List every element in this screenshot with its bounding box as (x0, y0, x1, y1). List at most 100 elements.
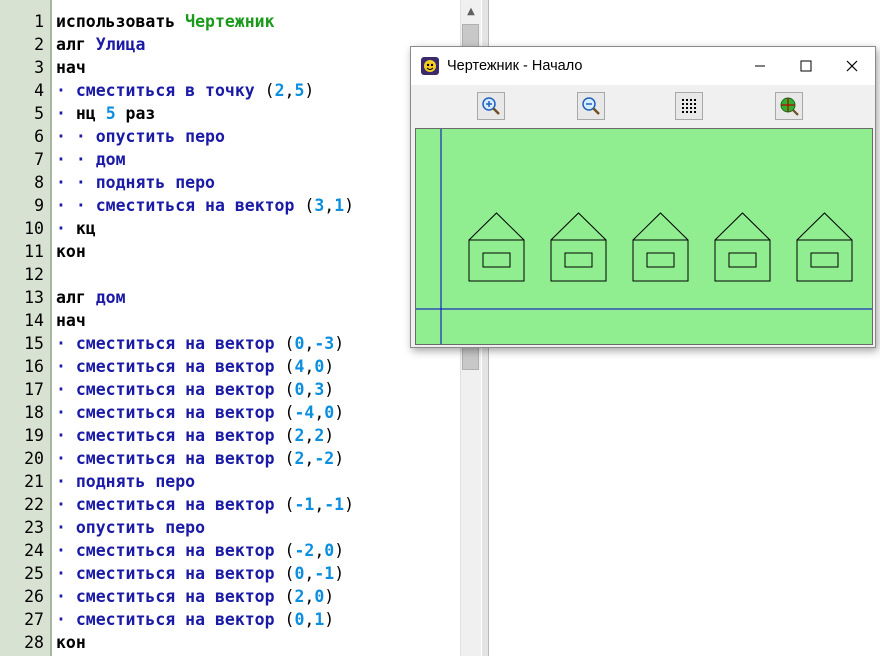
line-number: 5 (34, 104, 44, 123)
window-title: Чертежник - Начало (447, 58, 583, 74)
code-line[interactable]: 18 · сместиться на вектор (-4,0) (0, 401, 460, 424)
code-line[interactable]: 22 · сместиться на вектор (-1,-1) (0, 493, 460, 516)
code-token: ) (344, 196, 355, 215)
fit-view-icon[interactable] (775, 92, 803, 120)
code-token: -1 (324, 495, 345, 514)
line-number: 18 (24, 403, 44, 422)
scroll-up-arrow-icon[interactable]: ▲ (461, 4, 481, 20)
code-token: 2 (314, 426, 325, 445)
code-token: опустить перо (95, 127, 225, 146)
code-line[interactable]: 4 · сместиться в точку (2,5) (0, 79, 460, 102)
line-text: · сместиться на вектор (0,-3) (56, 332, 344, 355)
code-token: · · (56, 127, 96, 146)
code-line[interactable]: 6 · · опустить перо (0, 125, 460, 148)
code-token: ) (334, 334, 345, 353)
zoom-out-icon[interactable] (577, 92, 605, 120)
code-line[interactable]: 20 · сместиться на вектор (2,-2) (0, 447, 460, 470)
code-token: 1 (314, 610, 325, 629)
line-text: · кц (56, 217, 96, 240)
code-token: · (56, 541, 76, 560)
code-token: ( (284, 426, 295, 445)
code-line[interactable]: 7 · · дом (0, 148, 460, 171)
line-text: · поднять перо (56, 470, 195, 493)
code-token: · · (56, 173, 96, 192)
code-line[interactable]: 21 · поднять перо (0, 470, 460, 493)
code-token: 3 (314, 380, 325, 399)
code-token: · (56, 380, 76, 399)
code-line[interactable]: 26 · сместиться на вектор (2,0) (0, 585, 460, 608)
minimize-icon[interactable] (737, 47, 783, 85)
code-line[interactable]: 16 · сместиться на вектор (4,0) (0, 355, 460, 378)
code-line[interactable]: 1 использовать Чертежник (0, 10, 460, 33)
code-token: -1 (314, 564, 335, 583)
code-token: опустить перо (75, 518, 206, 537)
code-token: ( (284, 495, 295, 514)
code-line[interactable]: 9 · · сместиться на вектор (3,1) (0, 194, 460, 217)
code-token: 5 (105, 104, 116, 123)
code-token: , (304, 426, 315, 445)
drawer-window[interactable]: Чертежник - Начало (410, 46, 876, 348)
code-line[interactable]: 28 кон (0, 631, 460, 654)
drawing-canvas[interactable] (415, 128, 873, 345)
code-line[interactable]: 2 алг Улица (0, 33, 460, 56)
code-token: 3 (314, 196, 325, 215)
code-token: · · (56, 150, 96, 169)
line-number: 7 (34, 150, 44, 169)
code-token: ) (324, 610, 335, 629)
code-line[interactable]: 27 · сместиться на вектор (0,1) (0, 608, 460, 631)
house-drawing (550, 212, 607, 282)
code-token: ) (304, 81, 315, 100)
code-line[interactable]: 17 · сместиться на вектор (0,3) (0, 378, 460, 401)
code-line[interactable]: 15 · сместиться на вектор (0,-3) (0, 332, 460, 355)
code-token: · (56, 610, 76, 629)
house-drawing (632, 212, 689, 282)
code-line[interactable]: 10 · кц (0, 217, 460, 240)
code-line[interactable]: 24 · сместиться на вектор (-2,0) (0, 539, 460, 562)
line-text: · сместиться на вектор (-4,0) (56, 401, 344, 424)
code-line[interactable]: 19 · сместиться на вектор (2,2) (0, 424, 460, 447)
code-line[interactable]: 23 · опустить перо (0, 516, 460, 539)
line-number: 24 (24, 541, 44, 560)
code-token: ( (284, 564, 295, 583)
code-line[interactable]: 11 кон (0, 240, 460, 263)
window-titlebar[interactable]: Чертежник - Начало (411, 47, 875, 85)
code-token: , (304, 610, 315, 629)
code-token: 2 (294, 587, 305, 606)
line-text: нач (56, 56, 86, 79)
line-text: · · сместиться на вектор (3,1) (56, 194, 354, 217)
code-line[interactable]: 5 · нц 5 раз (0, 102, 460, 125)
line-number: 1 (34, 12, 44, 31)
code-line[interactable]: 8 · · поднять перо (0, 171, 460, 194)
code-token: , (314, 541, 325, 560)
line-number: 8 (34, 173, 44, 192)
maximize-icon[interactable] (783, 47, 829, 85)
line-number: 19 (24, 426, 44, 445)
line-text: алг Улица (56, 33, 145, 56)
code-token: , (304, 380, 315, 399)
smiley-face-icon (421, 57, 439, 75)
code-token: алг (56, 288, 96, 307)
line-number: 27 (24, 610, 44, 629)
code-token: ) (334, 541, 345, 560)
line-number: 15 (24, 334, 44, 353)
code-token: , (304, 564, 315, 583)
code-line[interactable]: 14 нач (0, 309, 460, 332)
code-line[interactable]: 25 · сместиться на вектор (0,-1) (0, 562, 460, 585)
code-token: , (304, 334, 315, 353)
code-token: Улица (95, 35, 146, 54)
code-token: ) (324, 380, 335, 399)
code-token: сместиться на вектор (75, 449, 285, 468)
code-line[interactable]: 3 нач (0, 56, 460, 79)
code-token: сместиться на вектор (75, 541, 285, 560)
line-text: · сместиться на вектор (4,0) (56, 355, 334, 378)
zoom-in-icon[interactable] (477, 92, 505, 120)
code-token: · (56, 219, 76, 238)
code-line[interactable]: 13 алг дом (0, 286, 460, 309)
code-token: · · (56, 196, 96, 215)
line-text: · сместиться на вектор (0,3) (56, 378, 334, 401)
code-token: , (284, 81, 295, 100)
code-line[interactable]: 12 (0, 263, 460, 286)
close-icon[interactable] (829, 47, 875, 85)
grid-icon[interactable] (675, 92, 703, 120)
code-lines[interactable]: 1 использовать Чертежник 2 алг Улица 3 нач 4 · … (0, 10, 460, 654)
